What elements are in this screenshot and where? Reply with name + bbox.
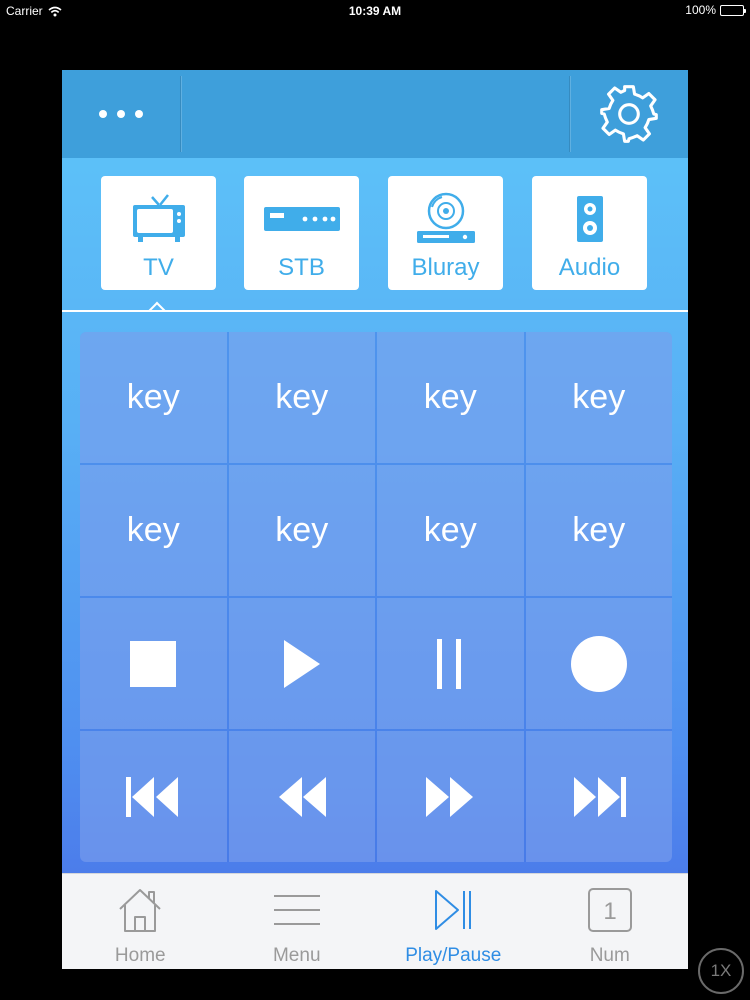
play-pause-icon <box>435 890 472 930</box>
tab-num[interactable]: 1 Num <box>532 874 689 969</box>
tab-play-pause[interactable]: Play/Pause <box>375 874 532 969</box>
tab-home[interactable]: Home <box>62 874 219 969</box>
record-icon <box>570 635 627 692</box>
skip-next-icon <box>573 776 626 817</box>
settings-button[interactable] <box>570 70 688 158</box>
custom-key-6[interactable]: key <box>228 465 375 596</box>
custom-key-3[interactable]: key <box>377 332 524 463</box>
selected-device-pointer <box>146 300 166 312</box>
bottom-tab-bar: Home Menu Play/Pause 1 Num <box>62 873 688 969</box>
gear-icon <box>600 85 658 143</box>
record-button[interactable] <box>525 598 672 729</box>
pause-button[interactable] <box>377 598 524 729</box>
stop-button[interactable] <box>80 598 227 729</box>
device-selector: TV STB Bluray Audio <box>62 158 688 310</box>
rewind-button[interactable] <box>228 731 375 862</box>
device-tab-tv[interactable]: TV <box>101 176 216 290</box>
number-pad-digit: 1 <box>603 898 616 925</box>
fast-forward-icon <box>426 776 474 817</box>
custom-key-1[interactable]: key <box>80 332 227 463</box>
speaker-icon <box>576 196 603 242</box>
bluray-player-icon <box>416 192 475 243</box>
fast-forward-button[interactable] <box>377 731 524 862</box>
skip-previous-icon <box>126 776 179 817</box>
device-label-tv: TV <box>143 254 174 281</box>
device-tab-stb[interactable]: STB <box>244 176 359 290</box>
status-bar: Carrier 10:39 AM 100% <box>0 0 750 22</box>
pause-icon <box>437 638 462 689</box>
device-tab-bluray[interactable]: Bluray <box>388 176 503 290</box>
stop-icon <box>130 640 177 687</box>
device-label-audio: Audio <box>558 254 621 281</box>
clock: 10:39 AM <box>348 4 402 18</box>
tab-icon-wrap: 1 <box>587 886 632 934</box>
device-icon-wrap <box>415 190 477 248</box>
tab-label-num: Num <box>589 945 630 966</box>
skip-previous-button[interactable] <box>80 731 227 862</box>
tab-menu[interactable]: Menu <box>219 874 376 969</box>
tab-label-play-pause: Play/Pause <box>405 945 502 966</box>
set-top-box-icon <box>263 207 340 231</box>
more-dot <box>117 110 125 118</box>
custom-key-5[interactable]: key <box>80 465 227 596</box>
battery-icon <box>720 4 746 16</box>
zoom-1x-button[interactable]: 1X <box>698 948 744 994</box>
custom-key-8[interactable]: key <box>525 465 672 596</box>
tab-icon-wrap <box>273 886 321 934</box>
play-button[interactable] <box>228 598 375 729</box>
device-icon-wrap <box>130 190 188 248</box>
home-icon <box>119 889 161 932</box>
tab-label-menu: Menu <box>272 945 321 966</box>
more-dots-icon <box>99 110 107 118</box>
more-dot <box>135 110 143 118</box>
battery-indicator: 100% <box>685 3 746 17</box>
rewind-icon <box>278 776 326 817</box>
tab-label-home: Home <box>114 945 166 966</box>
header-divider <box>180 76 181 152</box>
remote-app: TV STB Bluray Audio key key key key key … <box>62 70 688 969</box>
device-label-stb: STB <box>278 254 325 281</box>
tv-icon <box>132 194 185 242</box>
number-pad-icon: 1 <box>587 888 632 932</box>
skip-next-button[interactable] <box>525 731 672 862</box>
custom-key-4[interactable]: key <box>525 332 672 463</box>
battery-percent: 100% <box>685 3 716 17</box>
device-icon-wrap <box>575 190 605 248</box>
more-button[interactable] <box>62 70 180 158</box>
custom-key-2[interactable]: key <box>228 332 375 463</box>
tab-icon-wrap <box>433 886 473 934</box>
device-tab-audio[interactable]: Audio <box>532 176 647 290</box>
custom-key-7[interactable]: key <box>377 465 524 596</box>
header-bar <box>62 70 688 158</box>
device-icon-wrap <box>263 190 341 248</box>
device-label-bluray: Bluray <box>411 254 480 281</box>
tab-icon-wrap <box>117 886 163 934</box>
menu-lines-icon <box>273 895 320 925</box>
play-icon <box>283 639 320 688</box>
remote-key-grid: key key key key key key key key <box>80 332 672 862</box>
